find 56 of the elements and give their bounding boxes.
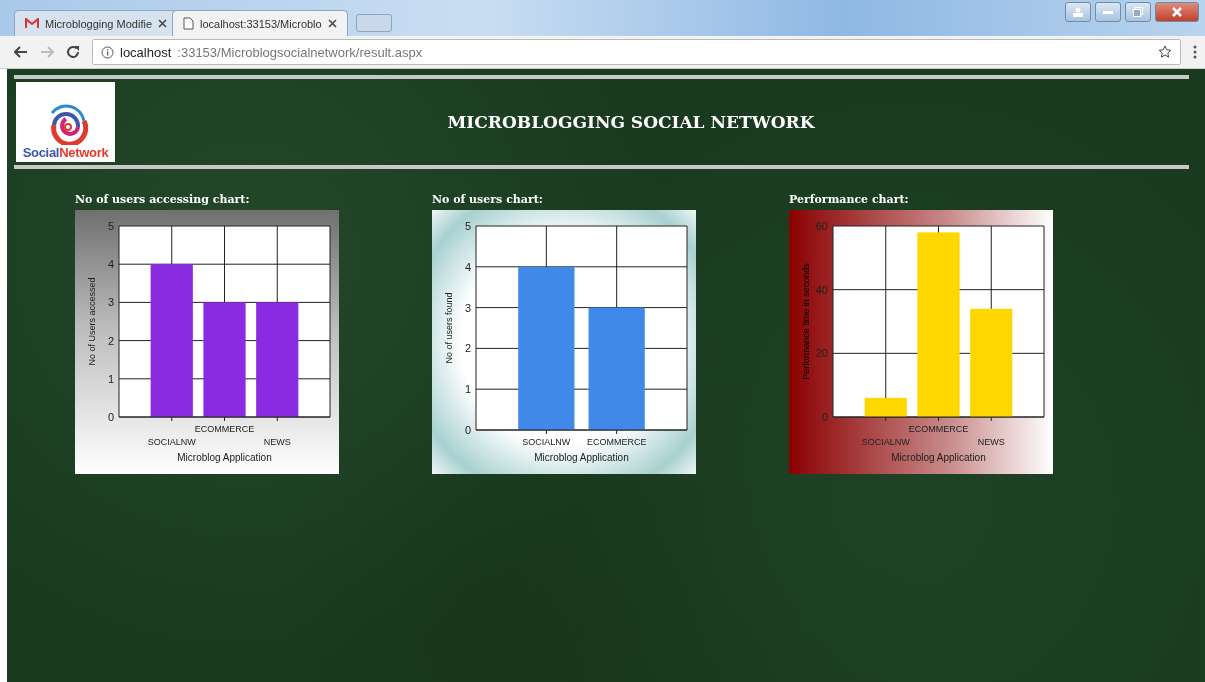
page-icon xyxy=(183,17,194,30)
chart-title: No of users accessing chart: xyxy=(75,193,251,206)
profile-button[interactable] xyxy=(1065,2,1091,22)
person-icon xyxy=(1072,7,1084,17)
category-label: ECOMMERCE xyxy=(908,424,969,434)
axis-title: Microblog Application xyxy=(534,452,629,463)
url-host: localhost xyxy=(120,44,172,60)
axis-tick-label: 2 xyxy=(464,342,471,355)
axis-tick-label: 2 xyxy=(107,334,114,347)
axis-title: Performance time in seconds xyxy=(801,263,811,380)
category-label: SOCIALNW xyxy=(861,437,910,447)
axis-title: Microblog Application xyxy=(891,452,986,463)
axis-tick-label: 5 xyxy=(464,220,471,232)
envelope-icon xyxy=(25,18,39,29)
minimize-icon xyxy=(1103,10,1113,14)
axis-title: No of Users accessed xyxy=(87,277,97,366)
axis-tick-label: 3 xyxy=(464,301,471,314)
axis-tick-label: 4 xyxy=(464,260,471,273)
page-title: MICROBLOGGING SOCIAL NETWORK xyxy=(446,112,816,132)
axis-tick-label: 3 xyxy=(107,296,114,309)
axis-tick-label: 1 xyxy=(464,383,471,396)
category-label: SOCIALNW xyxy=(147,437,196,447)
category-label: NEWS xyxy=(977,437,1005,447)
address-field[interactable]: localhost :33153/Microblogsocialnetwork/result.aspx xyxy=(92,39,1181,65)
star-icon[interactable] xyxy=(1158,45,1172,59)
restore-icon xyxy=(1133,7,1143,17)
category-label: NEWS xyxy=(263,437,291,447)
menu-icon[interactable] xyxy=(1193,45,1197,59)
axis-tick-label: 0 xyxy=(464,424,471,436)
restore-button[interactable] xyxy=(1125,2,1151,22)
chart-title: Performance chart: xyxy=(789,193,910,206)
category-label: ECOMMERCE xyxy=(586,437,647,447)
browser-tab[interactable]: localhost:33153/Microblo xyxy=(172,10,348,36)
axis-title: No of users found xyxy=(444,292,454,364)
axis-tick-label: 40 xyxy=(815,283,828,296)
url-path: :33153/Microblogsocialnetwork/result.aspx xyxy=(177,44,424,60)
logo-text: SocialNetwork xyxy=(22,145,109,160)
axis-title: Microblog Application xyxy=(177,452,272,463)
minimize-button[interactable] xyxy=(1095,2,1121,22)
axis-tick-label: 0 xyxy=(821,411,828,423)
close-icon[interactable] xyxy=(158,19,167,28)
axis-tick-label: 60 xyxy=(815,220,828,232)
close-window-button[interactable] xyxy=(1155,2,1199,22)
axis-tick-label: 4 xyxy=(107,258,114,271)
axis-tick-label: 0 xyxy=(107,411,114,423)
category-label: SOCIALNW xyxy=(522,437,571,447)
axis-tick-label: 20 xyxy=(815,347,828,360)
info-icon[interactable] xyxy=(101,45,114,59)
category-label: ECOMMERCE xyxy=(194,424,255,434)
axis-tick-label: 1 xyxy=(107,372,114,385)
back-icon[interactable] xyxy=(14,46,28,58)
reload-icon[interactable] xyxy=(66,45,80,59)
close-icon[interactable] xyxy=(327,19,337,28)
chart-title: No of users chart: xyxy=(432,193,544,206)
close-icon xyxy=(1172,7,1182,17)
axis-tick-label: 5 xyxy=(107,220,114,232)
